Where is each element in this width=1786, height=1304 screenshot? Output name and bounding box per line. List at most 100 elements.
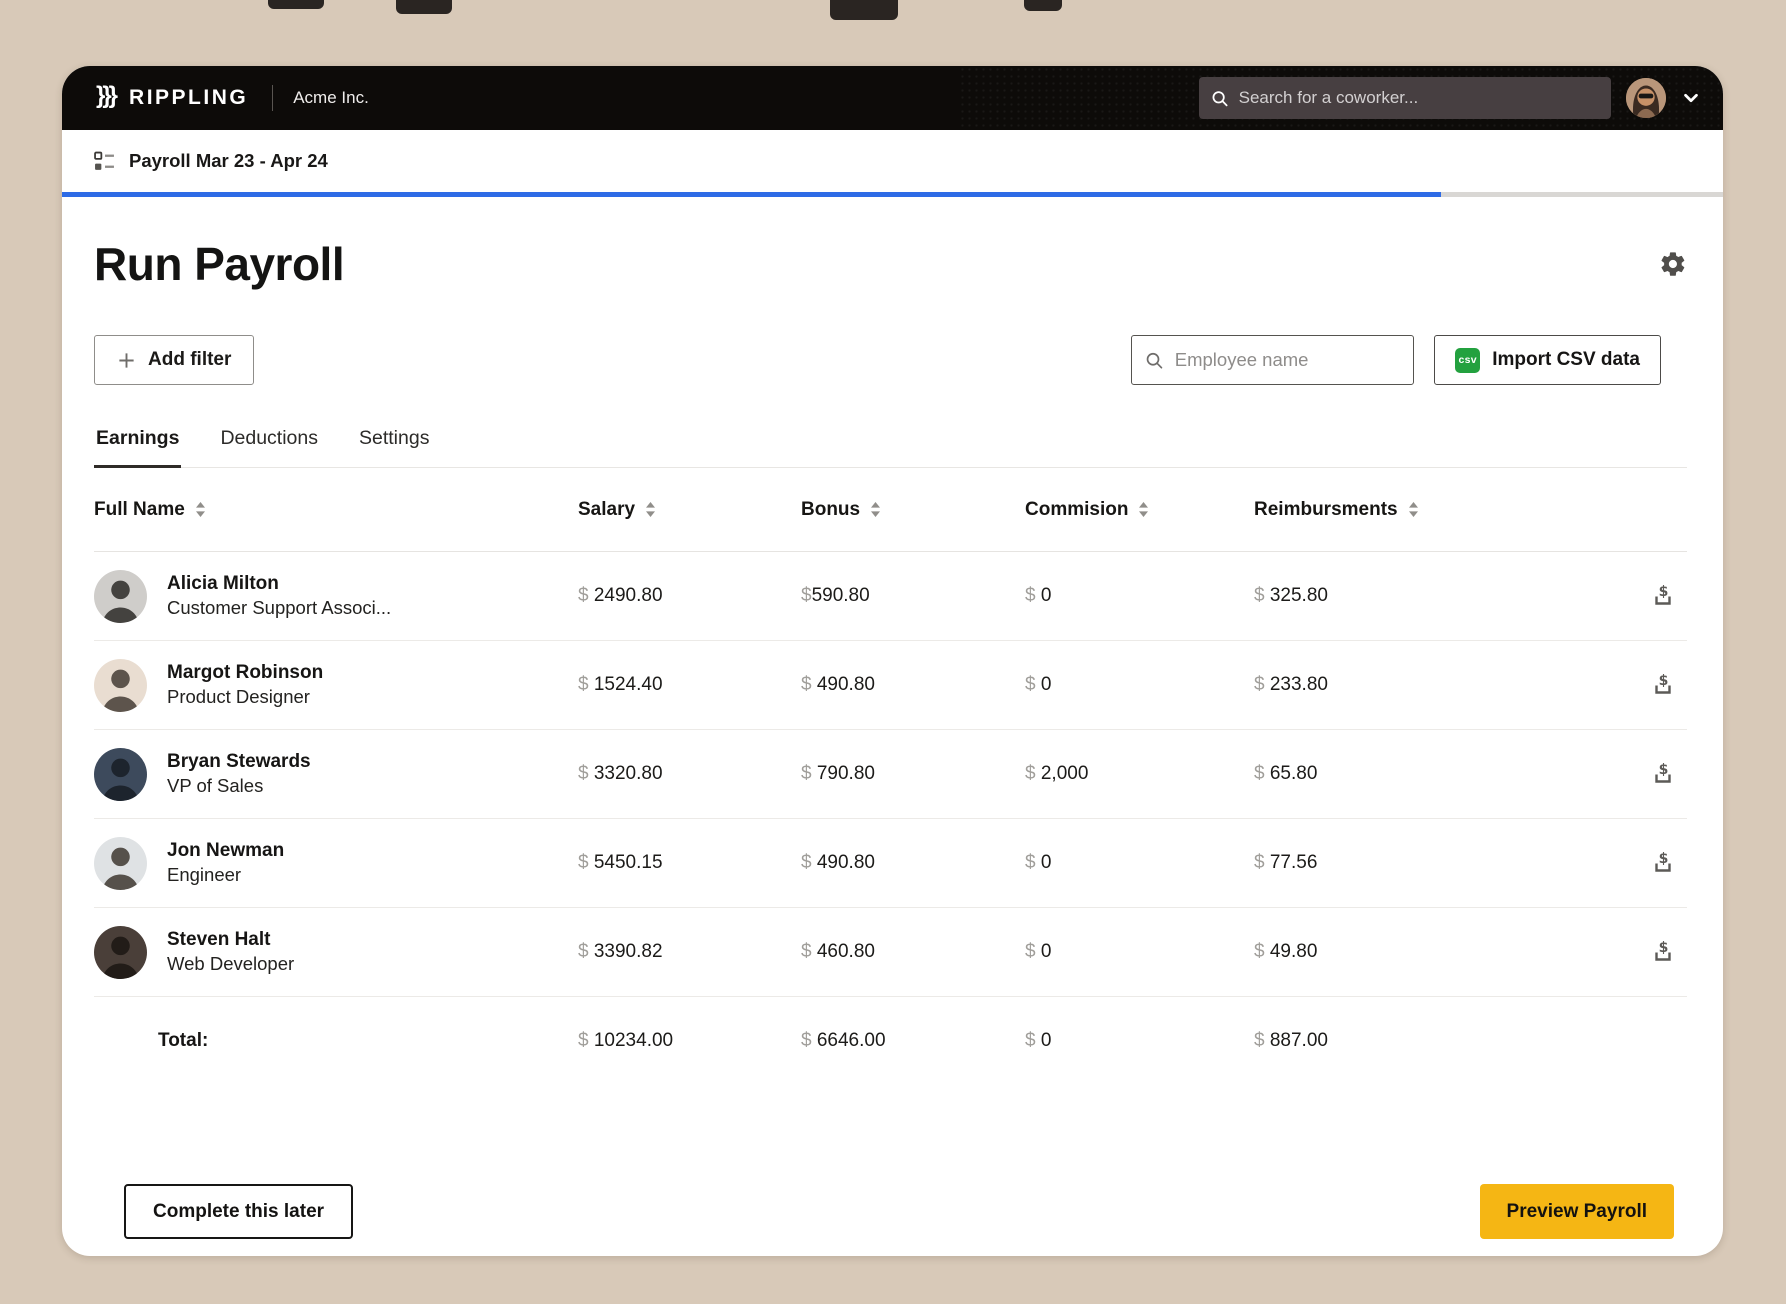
column-header-bonus[interactable]: Bonus [801,499,1025,521]
employee-search[interactable] [1131,335,1414,385]
settings-gear-icon[interactable] [1659,250,1687,278]
rippling-logo-icon: }}} [96,84,115,108]
currency-symbol: $ [1254,585,1265,606]
company-name: Acme Inc. [293,88,369,108]
sort-icon [1138,501,1149,518]
table-row: Jon Newman Engineer $ 5450.15 $ 490.80 $… [94,819,1687,908]
svg-text:$: $ [1659,584,1669,600]
employee-search-input[interactable] [1175,349,1400,371]
column-header-salary[interactable]: Salary [578,499,801,521]
add-filter-label: Add filter [148,349,231,371]
reimbursement-cell: $ 77.56 [1254,852,1639,874]
bonus-cell: $ 490.80 [801,674,1025,696]
employee-name: Steven Halt [167,927,294,953]
employee-name: Margot Robinson [167,660,323,686]
currency-symbol: $ [1025,585,1036,606]
commission-cell: $ 0 [1025,852,1254,874]
employee-identity: Jon Newman Engineer [167,838,284,889]
currency-symbol: $ [578,1030,589,1051]
svg-text:$: $ [1659,673,1669,689]
pay-deposit-icon[interactable]: $ [1650,761,1676,787]
coworker-search-input[interactable] [1239,88,1599,108]
bonus-cell: $590.80 [801,585,1025,607]
import-csv-button[interactable]: csv Import CSV data [1434,335,1661,385]
employee-role: VP of Sales [167,774,311,799]
currency-symbol: $ [801,852,812,873]
currency-symbol: $ [1254,674,1265,695]
add-filter-button[interactable]: Add filter [94,335,254,385]
reimbursement-cell: $ 65.80 [1254,763,1639,785]
column-header-full-name[interactable]: Full Name [94,499,578,521]
brand: }}} RIPPLING Acme Inc. [96,85,369,111]
svg-text:$: $ [1659,762,1669,778]
title-row: Run Payroll [94,237,1687,291]
salary-cell: $ 3320.80 [578,763,801,785]
complete-later-button[interactable]: Complete this later [124,1184,353,1239]
salary-cell: $ 1524.40 [578,674,801,696]
employee-photo [94,748,147,801]
employee-cell: Jon Newman Engineer [94,837,578,890]
avatar [94,659,147,712]
background-artifact [830,0,898,20]
row-action: $ [1639,939,1687,965]
tab-deductions[interactable]: Deductions [218,427,320,467]
background-artifact [396,0,452,14]
user-avatar[interactable] [1626,78,1666,118]
avatar [94,748,147,801]
employee-cell: Steven Halt Web Developer [94,926,578,979]
breadcrumb[interactable]: Payroll Mar 23 - Apr 24 [62,130,1723,192]
tab-settings[interactable]: Settings [357,427,431,467]
salary-cell: $ 2490.80 [578,585,801,607]
column-label: Bonus [801,499,860,521]
salary-cell: $ 5450.15 [578,852,801,874]
employee-role: Engineer [167,863,284,888]
pay-deposit-icon[interactable]: $ [1650,939,1676,965]
pay-deposit-icon[interactable]: $ [1650,850,1676,876]
toolbar-right: csv Import CSV data [1131,335,1661,385]
currency-symbol: $ [578,852,589,873]
currency-symbol: $ [578,763,589,784]
employee-photo [94,837,147,890]
svg-text:$: $ [1659,940,1669,956]
currency-symbol: $ [1025,941,1036,962]
reimbursement-cell: $ 49.80 [1254,941,1639,963]
sort-icon [195,501,206,518]
table-body: Alicia Milton Customer Support Associ...… [94,552,1687,997]
import-csv-label: Import CSV data [1492,349,1640,371]
currency-symbol: $ [1254,852,1265,873]
currency-symbol: $ [1025,763,1036,784]
page-title: Run Payroll [94,237,344,291]
search-icon [1145,350,1164,371]
coworker-search[interactable] [1199,77,1611,119]
column-header-reimbursments[interactable]: Reimbursments [1254,499,1639,521]
currency-symbol: $ [801,585,812,606]
column-label: Reimbursments [1254,499,1398,521]
table-row: Bryan Stewards VP of Sales $ 3320.80 $ 7… [94,730,1687,819]
chevron-down-icon[interactable] [1681,88,1701,108]
table-row: Margot Robinson Product Designer $ 1524.… [94,641,1687,730]
total-salary: $ 10234.00 [578,1030,801,1052]
employee-identity: Bryan Stewards VP of Sales [167,749,311,800]
total-row: Total: $ 10234.00 $ 6646.00 $ 0 $ 887.00 [94,997,1687,1085]
breadcrumb-label: Payroll Mar 23 - Apr 24 [129,150,328,172]
currency-symbol: $ [1025,852,1036,873]
preview-payroll-button[interactable]: Preview Payroll [1480,1184,1674,1239]
payroll-steps-icon [94,151,115,172]
bonus-cell: $ 790.80 [801,763,1025,785]
pay-deposit-icon[interactable]: $ [1650,672,1676,698]
plus-icon [117,351,136,370]
currency-symbol: $ [801,1030,812,1051]
column-header-commision[interactable]: Commision [1025,499,1254,521]
search-icon [1211,89,1229,108]
tab-earnings[interactable]: Earnings [94,427,181,467]
footer: Complete this later Preview Payroll [94,1184,1687,1256]
brand-name: RIPPLING [129,86,248,110]
brand-divider [272,85,273,111]
employee-identity: Margot Robinson Product Designer [167,660,323,711]
pay-deposit-icon[interactable]: $ [1650,583,1676,609]
currency-symbol: $ [1254,763,1265,784]
toolbar: Add filter csv Import CSV data [94,335,1687,385]
employee-cell: Alicia Milton Customer Support Associ... [94,570,578,623]
table-row: Alicia Milton Customer Support Associ...… [94,552,1687,641]
currency-symbol: $ [578,585,589,606]
